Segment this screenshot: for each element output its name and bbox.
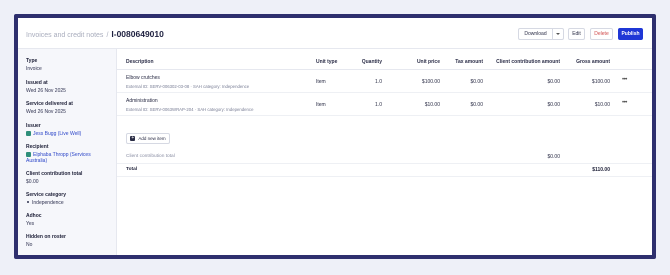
item-tax-amount: $0.00 — [470, 79, 483, 85]
field-value: Yes — [26, 221, 35, 227]
item-gross-amount: $100.00 — [591, 79, 610, 85]
field-label: Recipient — [26, 144, 49, 150]
field-client-contribution-total: Client contribution total $0.00 — [26, 171, 82, 185]
details-sidebar: Type Invoice Issued at Wed 26 Nov 2025 S… — [18, 49, 117, 255]
column-gross-amount: Gross amount — [576, 59, 610, 65]
column-quantity: Quantity — [361, 59, 382, 65]
publish-button[interactable]: Publish — [618, 28, 643, 40]
total-value: $110.00 — [592, 167, 610, 173]
download-options-button[interactable] — [552, 28, 564, 40]
table-header: Description Unit type Quantity Unit pric… — [117, 55, 652, 70]
line-items-panel: Description Unit type Quantity Unit pric… — [117, 49, 652, 255]
total-label: Total — [126, 167, 138, 172]
item-description: Elbow crutches — [126, 75, 160, 81]
invoice-card: Invoices and credit notes / I-0080649010 D… — [18, 18, 652, 255]
field-label: Client contribution total — [26, 171, 83, 177]
add-new-item-label: Add new item — [138, 136, 166, 141]
column-tax-amount: Tax amount — [455, 59, 483, 65]
field-issuer: Issuer Jess Bugg (Live Well) — [26, 123, 81, 137]
field-label: Service category — [26, 192, 67, 198]
breadcrumb-separator: / — [106, 32, 109, 39]
item-description: Administration — [126, 98, 158, 104]
column-unit-type: Unit type — [316, 59, 338, 65]
avatar — [26, 152, 31, 157]
more-options-icon[interactable]: ••• — [622, 100, 627, 106]
field-value: Wed 26 Nov 2025 — [26, 109, 66, 115]
item-unit-type: Item — [316, 79, 326, 85]
field-label: Service delivered at — [26, 101, 73, 107]
item-unit-price: $10.00 — [424, 102, 440, 108]
field-value: Wed 26 Nov 2025 — [26, 88, 66, 94]
field-type: Type Invoice — [26, 58, 42, 72]
delete-button[interactable]: Delete — [590, 28, 613, 40]
item-external-id: External ID: SERV-0063WRAP-204 · SAH cat… — [126, 107, 254, 112]
plus-icon: + — [130, 135, 136, 141]
field-value: No — [26, 242, 33, 248]
column-client-contribution: Client contribution amount — [496, 59, 560, 65]
client-contribution-total-row: Client contribution total $0.00 — [117, 151, 652, 164]
field-label: Adhoc — [26, 213, 42, 219]
bullet-icon — [27, 201, 29, 203]
item-unit-type: Item — [316, 102, 326, 108]
summary-value: $0.00 — [547, 154, 560, 160]
download-button[interactable]: Download — [518, 28, 552, 40]
item-unit-price: $100.00 — [421, 79, 440, 85]
avatar — [26, 131, 31, 136]
add-new-item-button[interactable]: + Add new item — [126, 133, 170, 144]
item-client-contribution: $0.00 — [547, 102, 560, 108]
total-row: Total $110.00 — [117, 164, 652, 177]
recipient-link[interactable]: Elphaba Thropp (Services Australia) — [26, 152, 91, 164]
breadcrumb-parent-link[interactable]: Invoices and credit notes — [26, 32, 103, 39]
field-issued-at: Issued at Wed 26 Nov 2025 — [26, 80, 66, 94]
field-label: Hidden on roster — [26, 234, 67, 240]
chevron-down-icon — [556, 33, 560, 35]
field-label: Issuer — [26, 123, 41, 129]
field-label: Issued at — [26, 80, 48, 86]
table-row: Administration External ID: SERV-0063WRA… — [117, 93, 652, 116]
item-quantity: 1.0 — [375, 102, 382, 108]
window-frame: Invoices and credit notes / I-0080649010 D… — [14, 14, 656, 259]
summary-label: Client contribution total — [126, 154, 175, 159]
item-gross-amount: $10.00 — [594, 102, 610, 108]
field-hidden-on-roster: Hidden on roster No — [26, 234, 66, 248]
breadcrumb: Invoices and credit notes / I-0080649010 — [26, 29, 164, 39]
field-value: Independence — [32, 200, 64, 206]
table-row: Elbow crutches External ID: SERV-006302-… — [117, 70, 652, 93]
edit-button[interactable]: Edit — [568, 28, 585, 40]
item-quantity: 1.0 — [375, 79, 382, 85]
more-options-icon[interactable]: ••• — [622, 77, 627, 83]
field-label: Type — [26, 58, 38, 64]
item-external-id: External ID: SERV-006302-03-08 · SAH cat… — [126, 84, 250, 89]
page-header: Invoices and credit notes / I-0080649010 D… — [18, 18, 652, 49]
field-adhoc: Adhoc Yes — [26, 213, 42, 227]
field-value: $0.00 — [26, 179, 39, 185]
field-value: Invoice — [26, 66, 42, 72]
page-title: I-0080649010 — [111, 29, 164, 39]
item-tax-amount: $0.00 — [470, 102, 483, 108]
column-unit-price: Unit price — [416, 59, 440, 65]
issuer-link[interactable]: Jess Bugg (Live Well) — [33, 131, 81, 137]
field-service-category: Service category Independence — [26, 192, 66, 206]
column-description: Description — [126, 59, 154, 65]
field-service-delivered-at: Service delivered at Wed 26 Nov 2025 — [26, 101, 73, 115]
item-client-contribution: $0.00 — [547, 79, 560, 85]
field-recipient: Recipient Elphaba Thropp (Services Austr… — [26, 144, 110, 164]
